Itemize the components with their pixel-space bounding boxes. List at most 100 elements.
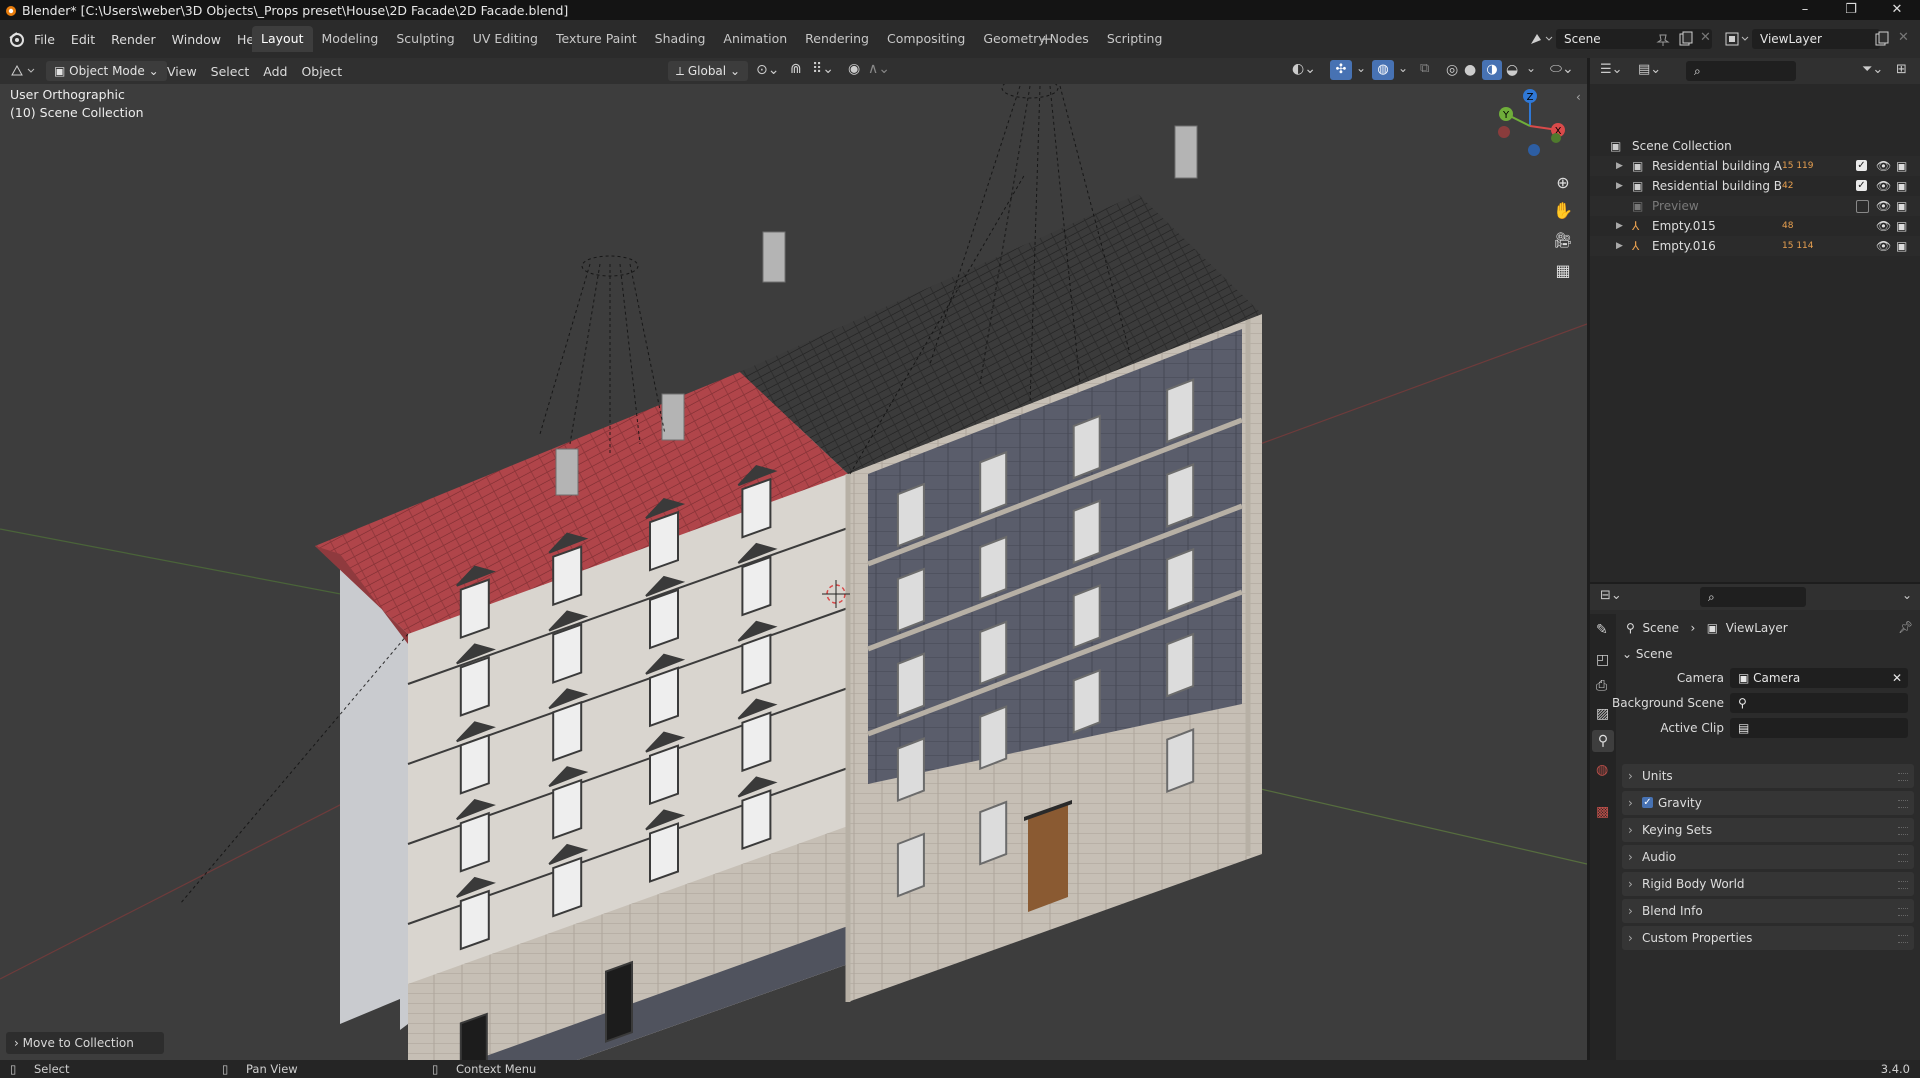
visibility-icon[interactable]: ◐⌄ <box>1292 61 1316 77</box>
pan-hand-icon[interactable]: ✋ <box>1549 196 1577 224</box>
new-viewlayer-icon[interactable] <box>1874 31 1890 47</box>
workspace-tab-animation[interactable]: Animation <box>714 26 796 52</box>
gravity-checkbox[interactable]: ✓ <box>1642 797 1653 808</box>
filter-icon[interactable]: ⏷⌄ <box>1862 62 1883 77</box>
snap-icon[interactable]: ⋒ <box>790 61 802 77</box>
minimize-button[interactable]: – <box>1782 0 1828 20</box>
menu-edit[interactable]: Edit <box>63 32 103 47</box>
outliner-root-collection[interactable]: ▣ Scene Collection <box>1590 136 1920 156</box>
panel-custom-properties[interactable]: › Custom Properties <box>1622 926 1914 950</box>
workspace-tab-modeling[interactable]: Modeling <box>313 26 388 52</box>
properties-search-input[interactable]: ⌕ <box>1700 587 1806 607</box>
camera-field[interactable]: ▣ Camera ✕ <box>1730 668 1908 688</box>
workspace-tab-compositing[interactable]: Compositing <box>878 26 974 52</box>
expand-arrow-icon[interactable]: ▶ <box>1616 156 1623 176</box>
material-shading-icon[interactable]: ◑ <box>1482 60 1502 80</box>
gizmo-toggle-icon[interactable]: ✣ <box>1330 60 1352 80</box>
drag-handle-icon[interactable] <box>1898 935 1908 943</box>
render-camera-icon[interactable]: ▣ <box>1896 236 1907 256</box>
workspace-tab-shading[interactable]: Shading <box>646 26 715 52</box>
proportional-edit-icon[interactable]: ◉ <box>848 61 860 77</box>
panel-audio[interactable]: › Audio <box>1622 845 1914 869</box>
eye-icon[interactable]: 👁︎ <box>1876 216 1891 236</box>
pivot-point-icon[interactable]: ⊙⌄ <box>756 62 779 78</box>
falloff-icon[interactable]: ∧⌄ <box>868 61 890 77</box>
maximize-button[interactable]: ❐ <box>1828 0 1874 20</box>
outliner-item[interactable]: ▶ ⅄ Empty.016 15 114 👁︎ ▣ <box>1590 236 1920 256</box>
drag-handle-icon[interactable] <box>1898 854 1908 862</box>
scene-selector-icon[interactable] <box>1528 30 1554 48</box>
gizmo-dropdown-icon[interactable]: ⌄ <box>1356 61 1366 75</box>
solid-shading-icon[interactable]: ● <box>1464 62 1476 78</box>
clear-icon[interactable]: ✕ <box>1892 668 1902 688</box>
tool-tab-icon[interactable]: ✎ <box>1596 622 1608 638</box>
panel-gravity[interactable]: › ✓ Gravity <box>1622 791 1914 815</box>
render-camera-icon[interactable]: ▣ <box>1896 176 1907 196</box>
active-clip-field[interactable]: ▤ <box>1730 718 1908 738</box>
render-camera-icon[interactable]: ▣ <box>1896 196 1907 216</box>
viewlayer-selector-icon[interactable] <box>1724 30 1750 48</box>
eye-icon[interactable]: 👁︎ <box>1876 156 1891 176</box>
eye-icon[interactable]: 👁︎ <box>1876 196 1891 216</box>
render-tab-icon[interactable]: ◰ <box>1596 652 1609 668</box>
drag-handle-icon[interactable] <box>1898 800 1908 808</box>
viewport-options-icon[interactable]: ⬭⌄ <box>1550 61 1574 77</box>
blender-menu-icon[interactable] <box>8 30 26 48</box>
scene-tab-icon[interactable]: ⚲ <box>1592 730 1614 752</box>
snap-target-icon[interactable]: ⠿⌄ <box>812 61 834 77</box>
drag-handle-icon[interactable] <box>1898 827 1908 835</box>
gizmo-neg-y[interactable] <box>1551 133 1561 143</box>
panel-units[interactable]: › Units <box>1622 764 1914 788</box>
background-scene-field[interactable]: ⚲ <box>1730 693 1908 713</box>
panel-keying-sets[interactable]: › Keying Sets <box>1622 818 1914 842</box>
camera-view-icon[interactable]: 🎥︎ <box>1549 226 1577 254</box>
menu-file[interactable]: File <box>26 32 63 47</box>
rendered-shading-icon[interactable]: ◒ <box>1506 62 1518 78</box>
overlay-dropdown-icon[interactable]: ⌄ <box>1398 61 1408 75</box>
eye-icon[interactable]: 👁︎ <box>1876 236 1891 256</box>
panel-blend-info[interactable]: › Blend Info <box>1622 899 1914 923</box>
wireframe-shading-icon[interactable]: ◎ <box>1446 62 1458 78</box>
outliner-item[interactable]: ▶ ⅄ Empty.015 48 👁︎ ▣ <box>1590 216 1920 236</box>
drag-handle-icon[interactable] <box>1898 881 1908 889</box>
drag-handle-icon[interactable] <box>1898 773 1908 781</box>
drag-handle-icon[interactable] <box>1898 908 1908 916</box>
view-layer-tab-icon[interactable]: ▨ <box>1596 706 1609 722</box>
world-tab-icon[interactable]: ◍ <box>1596 762 1608 778</box>
menu-object[interactable]: Object <box>294 64 349 79</box>
editor-type-icon[interactable] <box>10 63 38 79</box>
scene-section-header[interactable]: ⌄ Scene <box>1622 642 1914 666</box>
expand-arrow-icon[interactable]: ▶ <box>1616 176 1623 196</box>
viewlayer-field[interactable]: ViewLayer <box>1752 29 1880 49</box>
render-camera-icon[interactable]: ▣ <box>1896 216 1907 236</box>
properties-options-icon[interactable]: ⌄ <box>1902 588 1912 602</box>
outliner-item[interactable]: ▶ ▣ Residential building A 15 119 ✓ 👁︎ ▣ <box>1590 156 1920 176</box>
output-tab-icon[interactable]: ⎙ <box>1596 678 1607 694</box>
expand-arrow-icon[interactable]: ▶ <box>1616 216 1623 236</box>
texture-tab-icon[interactable]: ▩ <box>1596 804 1609 820</box>
last-operator-panel[interactable]: › Move to Collection <box>6 1032 164 1054</box>
workspace-tab-uv-editing[interactable]: UV Editing <box>464 26 547 52</box>
xray-icon[interactable]: ⧉ <box>1420 61 1429 76</box>
exclude-checkbox[interactable]: ✓ <box>1856 180 1867 191</box>
workspace-tab-layout[interactable]: Layout <box>252 26 313 52</box>
display-mode-icon[interactable]: ▤⌄ <box>1638 62 1661 77</box>
3d-viewport[interactable] <box>0 84 1587 1060</box>
mode-selector[interactable]: ▣ Object Mode ⌄ <box>46 61 167 81</box>
gizmo-neg-z[interactable] <box>1528 144 1540 156</box>
eye-icon[interactable]: 👁︎ <box>1876 176 1891 196</box>
outliner-search-input[interactable]: ⌕ <box>1686 61 1796 81</box>
workspace-tab-geometry-nodes[interactable]: Geometry Nodes <box>974 26 1097 52</box>
menu-select[interactable]: Select <box>204 64 257 79</box>
zoom-icon[interactable]: ⊕ <box>1549 168 1577 196</box>
workspace-tab-scripting[interactable]: Scripting <box>1098 26 1172 52</box>
pin-icon[interactable] <box>1656 32 1670 46</box>
exclude-checkbox[interactable]: ✓ <box>1856 160 1867 171</box>
workspace-tab-texture-paint[interactable]: Texture Paint <box>547 26 646 52</box>
exclude-checkbox[interactable] <box>1856 200 1869 213</box>
menu-render[interactable]: Render <box>103 32 164 47</box>
delete-viewlayer-icon[interactable]: ✕ <box>1898 30 1909 45</box>
overlay-toggle-icon[interactable]: ◍ <box>1372 60 1394 80</box>
new-collection-icon[interactable]: ⊞ <box>1896 62 1907 77</box>
new-scene-icon[interactable] <box>1678 31 1694 47</box>
